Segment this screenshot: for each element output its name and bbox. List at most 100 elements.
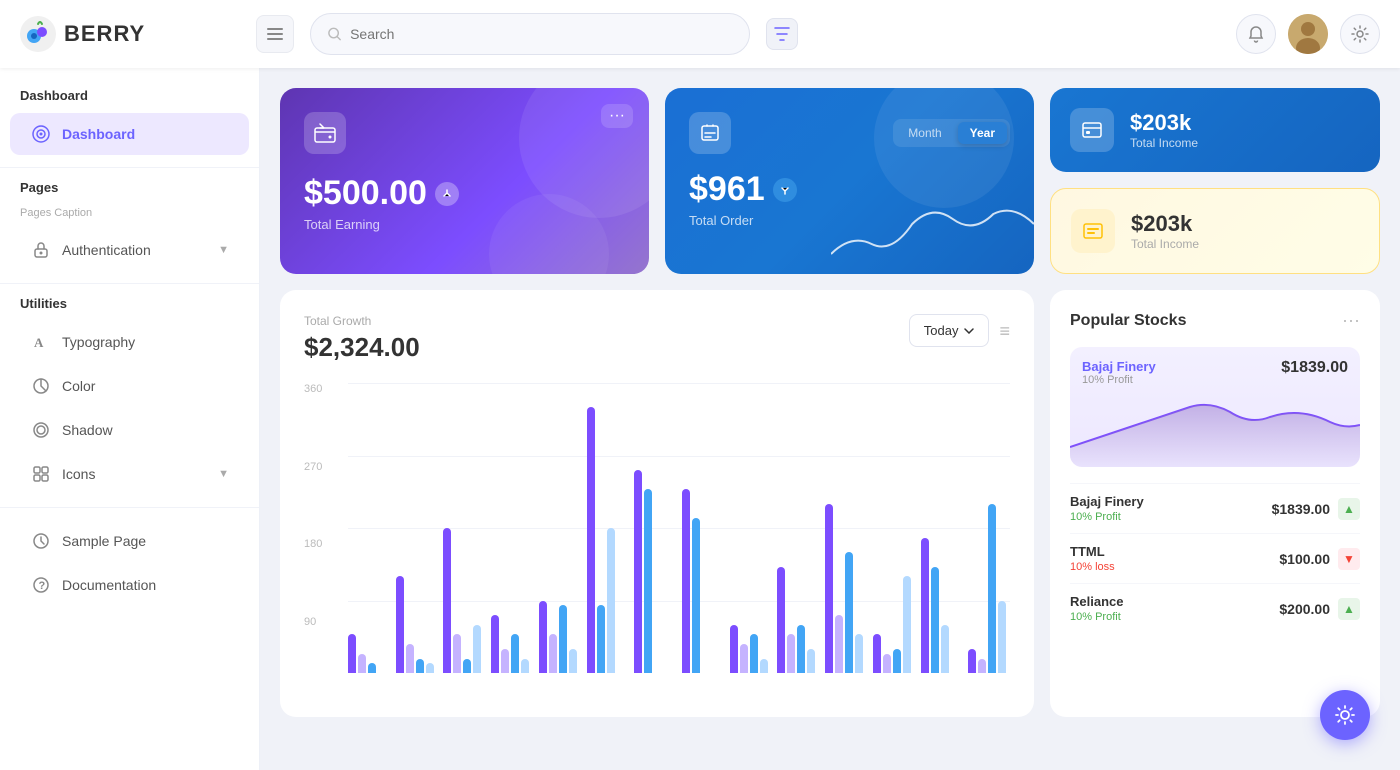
berry-logo-icon (20, 16, 56, 52)
fab-gear-icon (1334, 704, 1356, 726)
chart-bar (855, 634, 863, 673)
sidebar-item-icons[interactable]: Icons ▼ (10, 453, 249, 495)
chart-bar (443, 528, 451, 673)
featured-stock-chart: Bajaj Finery 10% Profit $1839.00 (1070, 347, 1360, 467)
search-icon (327, 26, 342, 42)
stock-trend-badge: ▼ (1338, 548, 1360, 570)
y-axis-labels: 360 270 180 90 (304, 383, 344, 693)
card-total-order: Month Year $961 Total Order (665, 88, 1034, 274)
sidebar-item-color[interactable]: Color (10, 365, 249, 407)
right-cards: $203k Total Income $203k Total Income (1050, 88, 1380, 274)
stock-info: Reliance 10% Profit (1070, 594, 1123, 623)
chart-bar (750, 634, 758, 673)
sample-icon (30, 530, 52, 552)
bell-icon (1247, 25, 1265, 43)
earning-label: Total Earning (304, 217, 625, 232)
bar-group-11 (873, 383, 915, 673)
growth-chart-card: Total Growth $2,324.00 Today ≡ (280, 290, 1034, 717)
search-filter-button[interactable] (766, 18, 798, 50)
chart-bar (903, 576, 911, 673)
order-icon (689, 112, 731, 154)
sidebar-item-typography[interactable]: A Typography (10, 321, 249, 363)
sidebar-item-sample[interactable]: Sample Page (10, 520, 249, 562)
chart-bar (463, 659, 471, 674)
hamburger-button[interactable] (256, 15, 294, 53)
chart-bar (787, 634, 795, 673)
sidebar-item-dashboard[interactable]: Dashboard (10, 113, 249, 155)
gear-icon (1351, 25, 1369, 43)
income-blue-icon (1070, 108, 1114, 152)
bar-group-9 (777, 383, 819, 673)
dropdown-arrow-icon (964, 328, 974, 334)
chart-bar (807, 649, 815, 673)
chart-bar (777, 567, 785, 673)
sidebar-item-docs[interactable]: ? Documentation (10, 564, 249, 606)
chart-bar (569, 649, 577, 673)
stock-trend-badge: ▲ (1338, 598, 1360, 620)
chart-bar (968, 649, 976, 673)
chart-bar (549, 634, 557, 673)
avatar[interactable] (1288, 14, 1328, 54)
authentication-icon (30, 239, 52, 261)
chart-bar (797, 625, 805, 673)
chart-bar (559, 605, 567, 673)
tab-year[interactable]: Year (958, 122, 1007, 144)
income-yellow-icon (1071, 209, 1115, 253)
fab-settings-button[interactable] (1320, 690, 1370, 740)
chart-bar (883, 654, 891, 673)
bar-group-12 (921, 383, 963, 673)
stock-info: TTML 10% loss (1070, 544, 1115, 573)
search-bar (310, 13, 750, 55)
income-yellow-text: $203k Total Income (1131, 211, 1199, 251)
income-blue-text: $203k Total Income (1130, 110, 1198, 150)
typography-icon: A (30, 331, 52, 353)
stock-profit-label: 10% Profit (1070, 611, 1123, 623)
earning-trend-icon (435, 182, 459, 206)
card-more-button[interactable]: ··· (601, 104, 633, 128)
bar-group-1 (396, 383, 438, 673)
filter-icon (774, 27, 790, 41)
chart-bar (416, 659, 424, 674)
chart-bar (998, 601, 1006, 674)
stocks-more-button[interactable]: ··· (1342, 310, 1360, 331)
chart-bar (845, 552, 853, 673)
sidebar-divider-2 (0, 283, 259, 284)
stock-list-item: Bajaj Finery 10% Profit $1839.00 ▲ (1070, 483, 1360, 533)
tab-month[interactable]: Month (896, 122, 953, 144)
card-total-earning: ··· $500.00 Total Earning (280, 88, 649, 274)
chart-bar (491, 615, 499, 673)
chart-bar (873, 634, 881, 673)
bar-group-3 (491, 383, 533, 673)
stocks-list: Bajaj Finery 10% Profit $1839.00 ▲ TTML … (1070, 483, 1360, 633)
charts-row: Total Growth $2,324.00 Today ≡ (280, 290, 1380, 717)
chart-bar (921, 538, 929, 673)
stock-price: $100.00 (1279, 551, 1330, 567)
today-button[interactable]: Today (909, 314, 990, 347)
logo-text: BERRY (64, 21, 145, 47)
main-content: ··· $500.00 Total Earning Month (260, 68, 1400, 770)
stock-profit-label: 10% Profit (1070, 511, 1144, 523)
search-input[interactable] (350, 26, 733, 42)
chart-bar (893, 649, 901, 673)
earning-amount: $500.00 (304, 174, 625, 213)
settings-button[interactable] (1340, 14, 1380, 54)
chart-menu-button[interactable]: ≡ (999, 322, 1010, 340)
card-income-blue: $203k Total Income (1050, 88, 1380, 172)
chart-bar (453, 634, 461, 673)
notification-button[interactable] (1236, 14, 1276, 54)
authentication-chevron: ▼ (218, 244, 229, 256)
docs-icon: ? (30, 574, 52, 596)
chart-title-area: Total Growth $2,324.00 (304, 314, 420, 363)
chart-bar (607, 528, 615, 673)
chart-bar (473, 625, 481, 673)
bars-container (348, 383, 1010, 673)
order-trend-icon (773, 178, 797, 202)
svg-text:A: A (34, 335, 44, 350)
bar-group-6 (634, 383, 676, 673)
chart-bar (682, 489, 690, 673)
sidebar-item-shadow[interactable]: Shadow (10, 409, 249, 451)
chart-header: Total Growth $2,324.00 Today ≡ (304, 314, 1010, 363)
sidebar-item-authentication[interactable]: Authentication ▼ (10, 229, 249, 271)
stock-list-item: Reliance 10% Profit $200.00 ▲ (1070, 583, 1360, 633)
order-header: Month Year (689, 112, 1010, 154)
